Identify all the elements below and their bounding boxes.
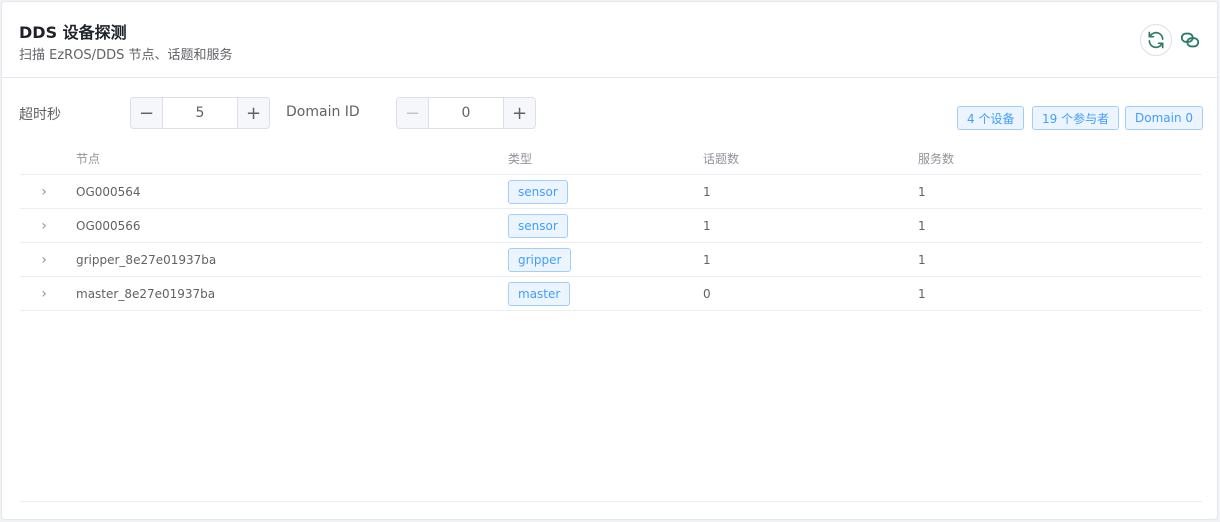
timeout-increment-button[interactable]: +: [237, 98, 269, 128]
topic-count: 1: [703, 184, 711, 199]
domain-id-decrement-button[interactable]: −: [397, 98, 429, 128]
expand-row-icon[interactable]: ›: [36, 209, 52, 242]
header-topics: 话题数: [703, 152, 740, 166]
table-row[interactable]: › master_8e27e01937ba master 0 1: [20, 277, 1202, 311]
refresh-icon: [1148, 31, 1164, 49]
service-count: 1: [918, 252, 926, 267]
node-type-tag: sensor: [508, 179, 568, 204]
refresh-button[interactable]: [1140, 24, 1172, 56]
participant-count-badge: 19 个参与者: [1032, 106, 1120, 130]
dds-probe-card: DDS 设备探测 扫描 EzROS/DDS 节点、话题和服务 超时秒 − 5 +…: [1, 1, 1218, 520]
service-count: 1: [918, 286, 926, 301]
timeout-label: 超时秒: [19, 107, 61, 123]
header-services: 服务数: [918, 152, 955, 166]
table-row[interactable]: › OG000566 sensor 1 1: [20, 209, 1202, 243]
timeout-stepper[interactable]: − 5 +: [130, 97, 270, 129]
topic-count: 0: [703, 286, 711, 301]
page-subtitle: 扫描 EzROS/DDS 节点、话题和服务: [19, 48, 233, 63]
node-type-cell: sensor: [508, 175, 568, 208]
node-type-tag: gripper: [508, 247, 572, 272]
domain-id-stepper[interactable]: − 0 +: [396, 97, 536, 129]
node-type-tag: sensor: [508, 213, 568, 238]
link-icon: [1180, 32, 1200, 48]
topic-count: 1: [703, 252, 711, 267]
domain-id-input[interactable]: 0: [429, 98, 503, 128]
node-name: gripper_8e27e01937ba: [76, 252, 217, 267]
expand-row-icon[interactable]: ›: [36, 277, 52, 310]
node-name: OG000564: [76, 184, 141, 199]
service-count: 1: [918, 218, 926, 233]
node-type-cell: gripper: [508, 243, 572, 276]
header-node: 节点: [76, 152, 101, 166]
topic-count: 1: [703, 218, 711, 233]
node-name: master_8e27e01937ba: [76, 286, 216, 301]
domain-id-increment-button[interactable]: +: [503, 98, 535, 128]
timeout-input[interactable]: 5: [163, 98, 237, 128]
table-footer-divider: [20, 501, 1202, 502]
node-name: OG000566: [76, 218, 141, 233]
expand-row-icon[interactable]: ›: [36, 243, 52, 276]
device-count-badge: 4 个设备: [957, 106, 1025, 130]
node-table: 节点 类型 话题数 服务数 › OG000564 sensor 1 1 › OG…: [20, 143, 1202, 311]
table-row[interactable]: › OG000564 sensor 1 1: [20, 175, 1202, 209]
domain-id-label: Domain ID: [286, 104, 360, 120]
table-header: 节点 类型 话题数 服务数: [20, 143, 1202, 175]
expand-row-icon[interactable]: ›: [36, 175, 52, 208]
domain-badge: Domain 0: [1125, 106, 1204, 130]
table-row[interactable]: › gripper_8e27e01937ba gripper 1 1: [20, 243, 1202, 277]
timeout-decrement-button[interactable]: −: [131, 98, 163, 128]
connect-button[interactable]: [1174, 24, 1206, 56]
node-type-cell: sensor: [508, 209, 568, 242]
card-header: DDS 设备探测 扫描 EzROS/DDS 节点、话题和服务: [2, 2, 1217, 78]
node-type-tag: master: [508, 281, 571, 306]
header-type: 类型: [508, 152, 533, 166]
node-type-cell: master: [508, 277, 571, 310]
service-count: 1: [918, 184, 926, 199]
page-title: DDS 设备探测: [19, 23, 127, 42]
